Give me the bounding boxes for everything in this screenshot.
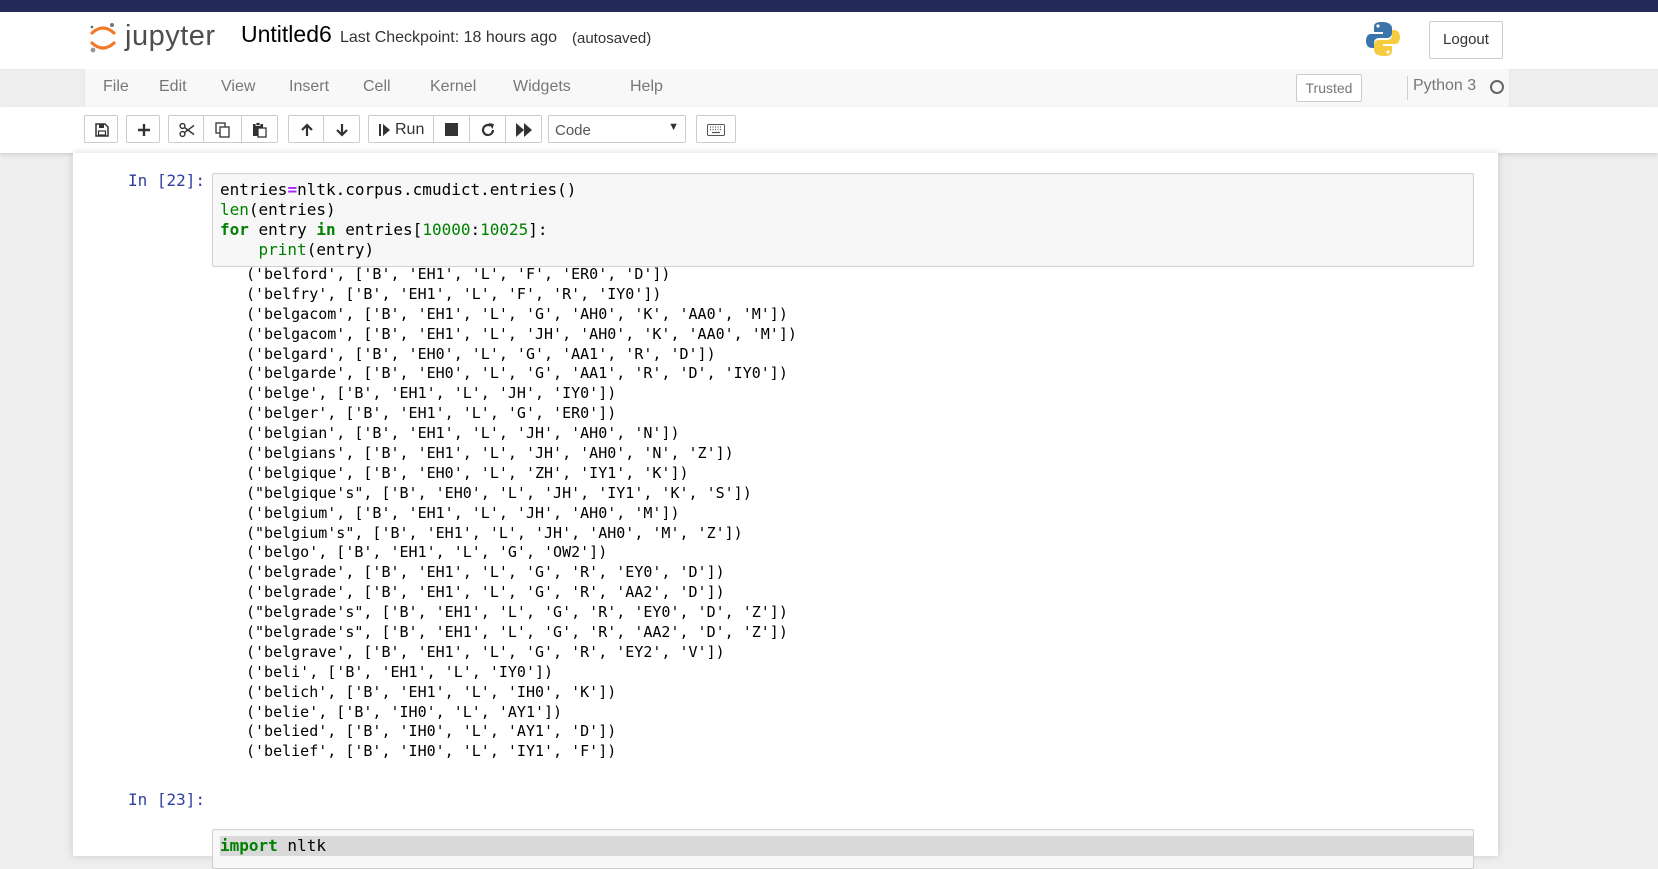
header: jupyter Untitled6 Last Checkpoint: 18 ho… [0, 12, 1658, 70]
command-palette-button[interactable] [696, 115, 736, 143]
run-button[interactable]: Run [368, 115, 434, 143]
toolbar: Run Code ▼ [0, 107, 1658, 153]
restart-icon [481, 123, 495, 137]
output-line: ('belger', ['B', 'EH1', 'L', 'G', 'ER0']… [246, 404, 617, 423]
restart-button[interactable] [470, 115, 506, 143]
save-button[interactable] [84, 115, 118, 143]
scissors-icon [179, 122, 195, 138]
output-line: ('belgacom', ['B', 'EH1', 'L', 'JH', 'AH… [246, 324, 797, 343]
move-up-button[interactable] [288, 115, 324, 143]
output-line: ("belgique's", ['B', 'EH0', 'L', 'JH', '… [246, 483, 752, 502]
cell-prompt: In [23]: [128, 790, 206, 809]
output-line: ('belie', ['B', 'IH0', 'L', 'AY1']) [246, 702, 563, 721]
interrupt-button[interactable] [434, 115, 470, 143]
cell-prompt: In [22]: [128, 171, 206, 190]
menu-edit[interactable]: Edit [159, 78, 187, 96]
arrow-up-icon [301, 123, 313, 136]
paste-button[interactable] [242, 115, 278, 143]
kernel-divider [1407, 76, 1408, 100]
output-line: ('belgique', ['B', 'EH0', 'L', 'ZH', 'IY… [246, 463, 689, 482]
output-line: ('belgacom', ['B', 'EH1', 'L', 'G', 'AH0… [246, 304, 788, 323]
code-editor[interactable]: entries=nltk.corpus.cmudict.entries() le… [212, 173, 1474, 267]
autosave-status: (autosaved) [572, 30, 652, 47]
output-line: ('belgrave', ['B', 'EH1', 'L', 'G', 'R',… [246, 642, 725, 661]
menu-insert[interactable]: Insert [289, 78, 329, 96]
cut-button[interactable] [168, 115, 204, 143]
output-line: ('belief', ['B', 'IH0', 'L', 'IY1', 'F']… [246, 742, 617, 761]
notebook-name[interactable]: Untitled6 [241, 21, 332, 48]
copy-icon [215, 122, 230, 138]
menu-cell[interactable]: Cell [363, 78, 391, 96]
output-line: ('belge', ['B', 'EH1', 'L', 'JH', 'IY0']… [246, 384, 617, 403]
code-editor[interactable]: import nltk [212, 829, 1474, 869]
output-line: ('belgo', ['B', 'EH1', 'L', 'G', 'OW2']) [246, 543, 608, 562]
output-line: ('belgrade', ['B', 'EH1', 'L', 'G', 'R',… [246, 563, 725, 582]
menubar: File Edit View Insert Cell Kernel Widget… [84, 69, 1510, 108]
checkpoint-status: Last Checkpoint: 18 hours ago [340, 29, 558, 46]
menu-widgets[interactable]: Widgets [513, 78, 571, 96]
output-line: ('belich', ['B', 'EH1', 'L', 'IH0', 'K']… [246, 682, 617, 701]
arrow-down-icon [336, 124, 348, 137]
code-line: print(entry) [258, 240, 375, 259]
code-line: entries=nltk.corpus.cmudict.entries() [220, 180, 577, 199]
trusted-indicator[interactable]: Trusted [1296, 74, 1362, 102]
keyboard-icon [707, 124, 725, 136]
menu-kernel[interactable]: Kernel [430, 78, 476, 96]
output-line: ("belgium's", ['B', 'EH1', 'L', 'JH', 'A… [246, 523, 743, 542]
output-line: ('belgard', ['B', 'EH0', 'L', 'G', 'AA1'… [246, 344, 716, 363]
jupyter-logo-text[interactable]: jupyter [125, 20, 216, 53]
jupyter-logo-icon[interactable] [88, 21, 118, 55]
move-down-button[interactable] [324, 115, 360, 143]
output-line: ("belgrade's", ['B', 'EH1', 'L', 'G', 'R… [246, 603, 788, 622]
insert-cell-button[interactable] [126, 115, 160, 143]
cell-type-value: Code [555, 122, 591, 139]
stop-icon [445, 123, 458, 136]
python-logo-icon [1366, 22, 1400, 56]
menu-file[interactable]: File [103, 78, 129, 96]
output-line: ('belied', ['B', 'IH0', 'L', 'AY1', 'D']… [246, 722, 617, 741]
output-line: ('belford', ['B', 'EH1', 'L', 'F', 'ER0'… [246, 265, 671, 283]
chevron-down-icon: ▼ [668, 121, 679, 133]
fast-forward-icon [516, 123, 532, 137]
run-icon [379, 124, 390, 136]
menu-view[interactable]: View [221, 78, 255, 96]
browser-top-strip [0, 0, 1658, 12]
paste-icon [253, 122, 267, 138]
code-line: for entry in entries[10000:10025]: [220, 220, 548, 239]
kernel-idle-icon [1490, 80, 1504, 94]
output-line: ('beli', ['B', 'EH1', 'L', 'IY0']) [246, 662, 554, 681]
output-line: ('belgarde', ['B', 'EH0', 'L', 'G', 'AA1… [246, 364, 788, 383]
save-icon [95, 123, 109, 137]
output-line: ('belgians', ['B', 'EH1', 'L', 'JH', 'AH… [246, 444, 734, 463]
run-label: Run [395, 121, 425, 138]
restart-run-all-button[interactable] [506, 115, 542, 143]
output-line: ('belfry', ['B', 'EH1', 'L', 'F', 'R', '… [246, 284, 662, 303]
plus-icon [138, 124, 150, 136]
output-line: ('belgium', ['B', 'EH1', 'L', 'JH', 'AH0… [246, 503, 680, 522]
output-line: ('belgrade', ['B', 'EH1', 'L', 'G', 'R',… [246, 583, 725, 602]
output-line: ('belgian', ['B', 'EH1', 'L', 'JH', 'AH0… [246, 424, 680, 443]
code-line: len(entries) [220, 200, 336, 219]
cell-type-select[interactable]: Code ▼ [548, 115, 686, 143]
code-line: import nltk [220, 836, 1473, 856]
notebook-container: In [22]: entries=nltk.corpus.cmudict.ent… [73, 153, 1498, 869]
output-line: ("belgrade's", ['B', 'EH1', 'L', 'G', 'R… [246, 623, 788, 642]
copy-button[interactable] [204, 115, 242, 143]
cell-output: ('belford', ['B', 'EH1', 'L', 'F', 'ER0'… [246, 265, 797, 762]
menu-help[interactable]: Help [630, 78, 663, 96]
kernel-name[interactable]: Python 3 [1413, 77, 1476, 95]
logout-button[interactable]: Logout [1429, 21, 1503, 59]
